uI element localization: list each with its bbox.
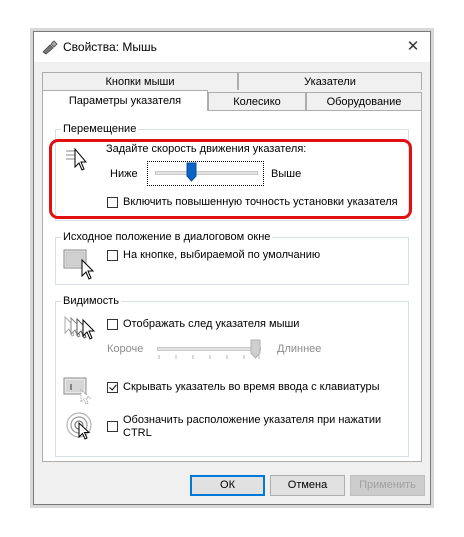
precision-label[interactable]: Включить повышенную точность установки у…	[123, 196, 398, 209]
snap-to-default-icon	[63, 249, 95, 280]
show-location-checkbox[interactable]	[107, 421, 118, 432]
visibility-group-label: Видимость	[61, 295, 121, 307]
tab-pointers[interactable]: Указатели	[238, 72, 422, 90]
tab-panel: Перемещение Задайте скорость движения ук…	[42, 110, 422, 462]
close-button[interactable]: ✕	[402, 36, 424, 58]
trails-slider-thumb[interactable]	[250, 339, 261, 359]
slow-label: Ниже	[110, 168, 138, 180]
precision-checkbox[interactable]	[107, 197, 118, 208]
window-title: Свойства: Мышь	[63, 40, 157, 54]
snap-group-label: Исходное положение в диалоговом окне	[61, 231, 273, 243]
speed-label: Задайте скорость движения указателя:	[106, 143, 307, 155]
fast-label: Выше	[271, 168, 302, 180]
tab-hardware[interactable]: Оборудование	[306, 92, 422, 110]
hide-while-typing-icon	[63, 377, 92, 405]
hide-pointer-label[interactable]: Скрывать указатель во время ввода с клав…	[123, 381, 380, 394]
hide-pointer-checkbox[interactable]	[107, 382, 118, 393]
show-location-label-line1[interactable]: Обозначить расположение указателя при на…	[123, 414, 381, 427]
tab-mouse-buttons[interactable]: Кнопки мыши	[42, 72, 238, 90]
speed-slider-track[interactable]	[155, 171, 258, 175]
show-location-icon	[66, 412, 92, 440]
trails-slider-track[interactable]	[157, 347, 261, 351]
trails-checkbox[interactable]	[107, 319, 118, 330]
pointer-trails-icon	[64, 315, 96, 340]
cancel-button[interactable]: Отмена	[270, 475, 345, 496]
trails-slider-ticks	[158, 355, 260, 359]
ok-button[interactable]: ОК	[190, 475, 265, 496]
mouse-properties-icon	[42, 40, 58, 55]
tab-wheel[interactable]: Колесико	[208, 92, 306, 110]
speed-slider-thumb[interactable]	[186, 162, 197, 182]
snap-checkbox[interactable]	[107, 250, 118, 261]
apply-button[interactable]: Применить	[350, 475, 425, 496]
trails-label[interactable]: Отображать след указателя мыши	[123, 318, 299, 331]
trails-long-label: Длиннее	[277, 343, 322, 355]
mouse-properties-window: Свойства: Мышь ✕ Кнопки мыши Указатели П…	[33, 31, 431, 505]
show-location-label-line2[interactable]: CTRL	[123, 427, 152, 440]
trails-short-label: Короче	[107, 343, 144, 355]
title-bar[interactable]: Свойства: Мышь ✕	[34, 32, 430, 62]
snap-label[interactable]: На кнопке, выбираемой по умолчанию	[123, 249, 320, 262]
motion-group-label: Перемещение	[61, 123, 139, 135]
tab-pointer-options[interactable]: Параметры указателя	[42, 90, 208, 111]
pointer-speed-icon	[66, 147, 88, 171]
